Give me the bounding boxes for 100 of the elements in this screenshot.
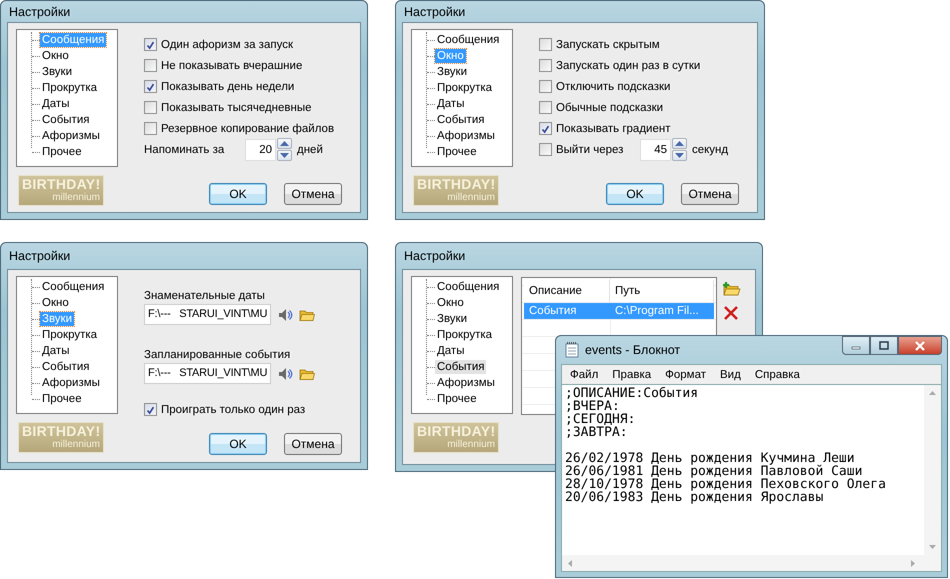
tree-item[interactable]: Прокрутка	[40, 328, 100, 342]
triangle-down-icon	[675, 153, 684, 158]
close-button[interactable]	[898, 336, 942, 355]
checkbox-label: Один афоризм за запуск	[161, 38, 293, 50]
tree-item[interactable]: Звуки	[40, 65, 74, 79]
tree-item[interactable]: Прокрутка	[435, 81, 494, 95]
logo-subtitle: millennium	[447, 192, 495, 203]
dialog-button[interactable]: Отмена	[284, 183, 342, 205]
folder-icon[interactable]	[299, 308, 316, 322]
tree-item[interactable]: Прочее	[435, 145, 479, 159]
horizontal-scrollbar[interactable]	[562, 555, 941, 571]
tree-item[interactable]: Афоризмы	[40, 376, 102, 390]
checkbox[interactable]	[539, 101, 552, 114]
tree-item[interactable]: Окно	[40, 296, 71, 310]
tree-item[interactable]: Прокрутка	[435, 328, 494, 342]
scroll-up-icon[interactable]	[929, 391, 936, 395]
tree-item[interactable]: События	[435, 360, 486, 374]
menu-item[interactable]: Правка	[612, 368, 652, 380]
logo-title: BIRTHDAY!	[417, 424, 496, 439]
window-title: Настройки	[404, 249, 466, 263]
tree-item[interactable]: События	[40, 113, 92, 127]
checkbox-label: Показывать тысячедневные	[161, 102, 312, 114]
tree-item[interactable]: Прочее	[435, 392, 479, 406]
checkbox[interactable]	[144, 101, 157, 114]
number-field[interactable]: 20	[245, 138, 276, 160]
scroll-left-icon[interactable]	[568, 560, 572, 566]
folder-icon[interactable]	[299, 366, 316, 380]
dialog-button[interactable]: OK	[209, 183, 267, 205]
tree-item[interactable]: Даты	[435, 97, 466, 111]
field-label: Знаменательные даты	[144, 290, 266, 302]
checkbox[interactable]	[144, 38, 157, 51]
unit-label: секунд	[692, 144, 728, 156]
logo-title: BIRTHDAY!	[417, 177, 496, 192]
scroll-right-icon[interactable]	[911, 560, 915, 566]
checkbox[interactable]	[539, 59, 552, 72]
window-title: Настройки	[9, 4, 70, 18]
speaker-icon[interactable]	[277, 306, 294, 322]
tree-item[interactable]: Звуки	[435, 312, 470, 326]
tree-item[interactable]: Даты	[435, 344, 466, 358]
window-title: Настройки	[9, 249, 70, 263]
checkbox[interactable]	[144, 122, 157, 135]
checkbox[interactable]	[144, 59, 157, 72]
tree-item[interactable]: Сообщения	[435, 280, 502, 294]
checkbox-label: Не показывать вчерашние	[161, 60, 302, 72]
spin-up-button[interactable]	[672, 138, 687, 149]
menu-item[interactable]: Формат	[665, 368, 706, 380]
tree-item[interactable]: Звуки	[435, 65, 470, 79]
dialog-button[interactable]: Отмена	[681, 183, 739, 205]
tree-item[interactable]: Окно	[435, 296, 466, 310]
tree-item[interactable]: Афоризмы	[435, 376, 497, 390]
dialog-button[interactable]: OK	[606, 183, 664, 205]
checkbox[interactable]	[144, 80, 157, 93]
tree-item[interactable]: Сообщения	[40, 280, 106, 294]
vertical-scrollbar[interactable]	[924, 385, 941, 555]
maximize-icon	[879, 341, 889, 350]
tree-item[interactable]: Прочее	[40, 145, 84, 159]
checkbox[interactable]	[144, 403, 157, 416]
speaker-icon[interactable]	[277, 366, 294, 382]
file-path-field[interactable]: F:\--- STARUI_VINT\MU	[144, 304, 272, 325]
tree-item[interactable]: Прокрутка	[40, 81, 100, 95]
triangle-down-icon	[280, 153, 289, 158]
spin-up-button[interactable]	[277, 138, 292, 149]
scroll-down-icon[interactable]	[929, 545, 936, 549]
menu-item[interactable]: Справка	[754, 368, 800, 380]
folder-add-icon[interactable]	[723, 281, 741, 297]
column-header[interactable]: Путь	[610, 280, 714, 303]
dialog-button[interactable]: OK	[209, 433, 267, 455]
checkbox[interactable]	[539, 143, 552, 156]
checkbox-label: Отключить подсказки	[556, 80, 670, 92]
tree-item[interactable]: События	[435, 113, 486, 127]
triangle-up-icon	[675, 141, 684, 146]
dialog-button[interactable]: Отмена	[284, 433, 342, 455]
window-title: events - Блокнот	[585, 343, 680, 357]
menu-item[interactable]: Файл	[570, 368, 598, 380]
minimize-button[interactable]	[842, 336, 870, 355]
checkbox-label: Обычные подсказки	[556, 102, 664, 114]
spinner-label: Выйти через	[556, 144, 624, 156]
tree-item[interactable]: Сообщения	[435, 33, 502, 47]
unit-label: дней	[297, 144, 323, 156]
checkbox[interactable]	[539, 122, 552, 135]
tree-item[interactable]: Окно	[40, 49, 71, 63]
tree-item[interactable]: Афоризмы	[435, 129, 497, 143]
delete-icon[interactable]	[723, 305, 739, 321]
checkbox-label: Проиграть только один раз	[161, 404, 306, 416]
column-header[interactable]: Описание	[524, 280, 610, 303]
spin-down-button[interactable]	[672, 150, 687, 161]
tree-item[interactable]: Даты	[40, 344, 72, 358]
file-path-field[interactable]: F:\--- STARUI_VINT\MU	[144, 363, 272, 384]
checkbox-label: Запускать скрытым	[556, 38, 660, 50]
maximize-button[interactable]	[870, 336, 898, 355]
tree-item[interactable]: Прочее	[40, 392, 84, 406]
tree-item[interactable]: Даты	[40, 97, 72, 111]
number-field[interactable]: 45	[640, 138, 671, 160]
spin-down-button[interactable]	[277, 150, 292, 161]
checkbox[interactable]	[539, 38, 552, 51]
tree-item[interactable]: События	[40, 360, 92, 374]
checkbox[interactable]	[539, 80, 552, 93]
menu-item[interactable]: Вид	[720, 368, 741, 380]
close-icon	[914, 340, 926, 350]
tree-item[interactable]: Афоризмы	[40, 129, 102, 143]
